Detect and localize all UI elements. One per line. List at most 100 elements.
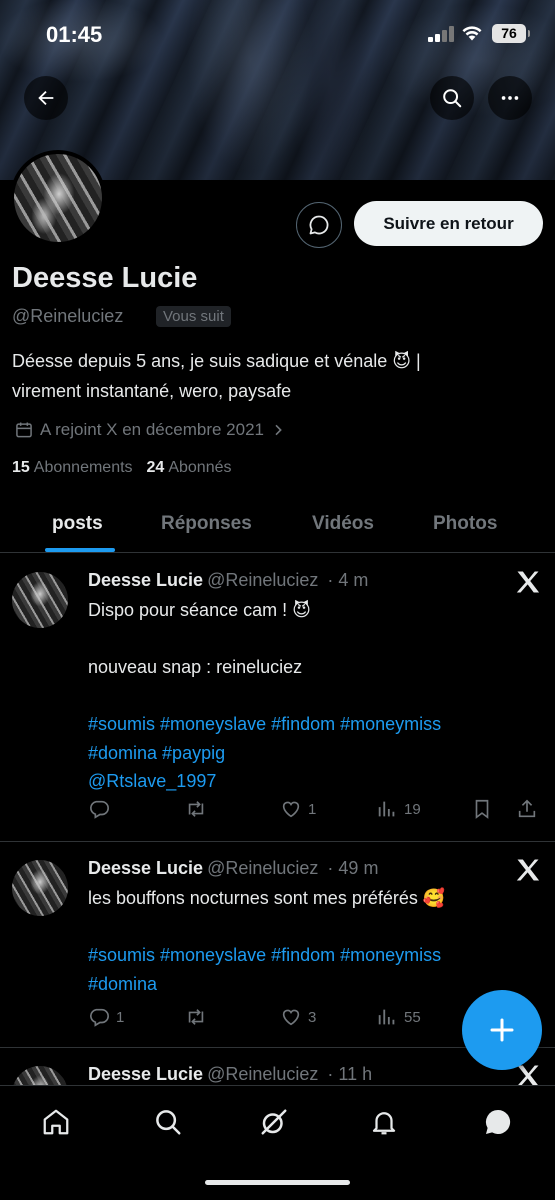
repost-icon [188, 801, 204, 817]
home-indicator [205, 1180, 350, 1185]
post-text-line: Dispo pour séance cam ! 😈 [88, 600, 311, 620]
followers-count: 24 [146, 459, 165, 476]
post-hashtags[interactable]: #domina #paypig [88, 739, 538, 768]
search-icon [443, 89, 462, 108]
like-button[interactable]: 3 [280, 1006, 316, 1028]
post-author-handle[interactable]: @Reineluciez [207, 570, 318, 590]
profile-tabs: posts Réponses Vidéos Photos [0, 495, 555, 553]
message-button[interactable] [296, 202, 342, 248]
calendar-icon [16, 422, 32, 438]
post-author-name[interactable]: Deesse Lucie [88, 858, 203, 878]
follow-counts: 15 Abonnements 24 Abonnés [12, 459, 232, 477]
following-link[interactable]: 15 Abonnements [12, 459, 133, 477]
following-count: 15 [12, 459, 30, 476]
status-bar: 01:45 76 [0, 0, 555, 70]
tab-posts[interactable]: posts [52, 495, 103, 553]
views-button[interactable]: 55 [376, 1006, 421, 1028]
chevron-right-icon [275, 424, 282, 436]
post-time: · 11 h [327, 1064, 373, 1084]
search-icon [156, 1110, 181, 1135]
post-author-name[interactable]: Deesse Lucie [88, 570, 203, 590]
view-count: 55 [404, 1008, 421, 1026]
like-count: 1 [308, 800, 317, 818]
post-avatar[interactable] [12, 572, 68, 628]
plus-icon [490, 1018, 514, 1042]
profile-handle: @Reineluciez [12, 306, 124, 326]
views-icon [378, 801, 395, 817]
reply-icon [90, 1008, 109, 1027]
post-text-line: les bouffons nocturnes sont mes préférés… [88, 888, 446, 908]
profile-bio: Déesse depuis 5 ans, je suis sadique et … [12, 346, 542, 406]
reply-icon [90, 800, 109, 819]
nav-notifications[interactable] [366, 1104, 402, 1140]
joined-date[interactable]: A rejoint X en décembre 2021 [14, 420, 286, 440]
messages-icon [485, 1109, 511, 1134]
post-header: Deesse Lucie @Reineluciez · 49 m [88, 858, 378, 879]
profile-avatar[interactable] [10, 150, 106, 246]
status-time: 01:45 [46, 22, 103, 47]
post-author-name[interactable]: Deesse Lucie [88, 1064, 203, 1084]
reply-button[interactable]: 1 [88, 1006, 124, 1028]
repost-button[interactable] [184, 798, 208, 820]
more-options-button[interactable] [488, 76, 532, 120]
nav-home[interactable] [38, 1104, 74, 1140]
post-time: · 49 m [327, 858, 379, 878]
post-mention[interactable]: @Rtslave_1997 [88, 767, 538, 796]
followers-label: Abonnés [168, 459, 232, 476]
x-logo-icon [516, 859, 540, 881]
bell-icon [372, 1112, 396, 1135]
post-actions: 1 19 [88, 794, 543, 824]
tab-replies[interactable]: Réponses [161, 495, 252, 553]
follows-you-badge: Vous suit [156, 306, 231, 327]
bio-line: Déesse depuis 5 ans, je suis sadique et … [12, 351, 421, 371]
view-count: 19 [404, 800, 421, 818]
grok-icon [261, 1109, 287, 1135]
share-button[interactable] [516, 798, 538, 820]
battery-indicator: 76 [492, 24, 530, 43]
post-hashtags[interactable]: #domina [88, 970, 538, 999]
post-hashtags[interactable]: #soumis #moneyslave #findom #moneymiss [88, 941, 538, 970]
active-tab-indicator [45, 548, 115, 552]
bookmark-button[interactable] [471, 798, 493, 820]
follow-back-button[interactable]: Suivre en retour [354, 201, 543, 246]
like-count: 3 [308, 1008, 317, 1026]
nav-grok[interactable] [256, 1104, 292, 1140]
post-time: · 4 m [327, 570, 369, 590]
share-icon [518, 799, 536, 818]
profile-name: Deesse Lucie [12, 262, 198, 294]
post-author-handle[interactable]: @Reineluciez [207, 1064, 318, 1084]
x-logo-icon [516, 571, 540, 593]
tab-videos[interactable]: Vidéos [312, 495, 374, 553]
post-author-handle[interactable]: @Reineluciez [207, 858, 318, 878]
heart-icon [282, 1009, 300, 1026]
cellular-signal-icon [428, 26, 454, 42]
post-body: Dispo pour séance cam ! 😈 nouveau snap :… [88, 596, 538, 796]
post-header: Deesse Lucie @Reineluciez · 11 h [88, 1064, 372, 1085]
message-icon [309, 215, 329, 235]
views-icon [378, 1009, 395, 1025]
post-header: Deesse Lucie @Reineluciez · 4 m [88, 570, 368, 591]
heart-icon [282, 801, 300, 818]
post-text-line: nouveau snap : reineluciez [88, 657, 303, 677]
tab-photos[interactable]: Photos [433, 495, 497, 553]
views-button[interactable]: 19 [376, 798, 421, 820]
post-avatar[interactable] [12, 860, 68, 916]
wifi-icon [462, 26, 482, 41]
post-hashtags[interactable]: #soumis #moneyslave #findom #moneymiss [88, 710, 538, 739]
compose-button[interactable] [462, 990, 542, 1070]
nav-messages[interactable] [480, 1104, 516, 1140]
bio-line: virement instantané, wero, paysafe [12, 381, 292, 401]
joined-text: A rejoint X en décembre 2021 [40, 420, 264, 439]
reply-button[interactable] [88, 798, 110, 820]
search-button[interactable] [430, 76, 474, 120]
following-label: Abonnements [33, 459, 133, 476]
like-button[interactable]: 1 [280, 798, 316, 820]
bookmark-icon [475, 799, 489, 819]
repost-button[interactable] [184, 1006, 208, 1028]
followers-link[interactable]: 24 Abonnés [147, 459, 232, 477]
arrow-left-icon [38, 90, 54, 106]
back-button[interactable] [24, 76, 68, 120]
post-item[interactable]: Deesse Lucie @Reineluciez · 4 m Dispo pou… [0, 554, 555, 842]
home-icon [43, 1109, 69, 1135]
nav-search[interactable] [150, 1104, 186, 1140]
